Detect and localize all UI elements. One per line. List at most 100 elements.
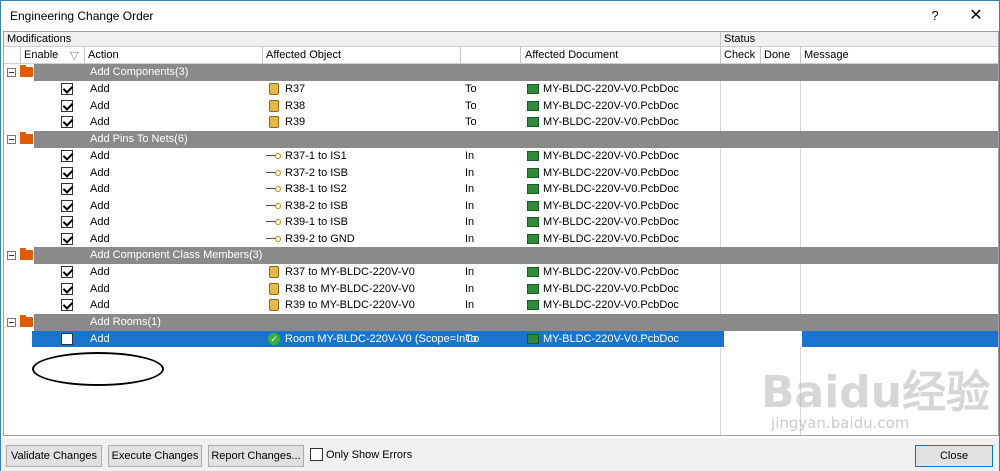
filter-icon[interactable]: ▽ [70,49,78,62]
enable-checkbox[interactable] [61,266,73,278]
modifications-header: Modifications [7,33,72,45]
affected-object-cell: R38-2 to ISB [285,199,348,212]
enable-checkbox[interactable] [61,150,73,162]
enable-checkbox[interactable] [61,333,73,345]
affected-object-cell: R37-2 to ISB [285,166,348,179]
col-enable[interactable]: Enable [24,49,58,61]
table-row[interactable]: Add ✓ Room MY-BLDC-220V-V0 (Scope=InCo To MY… [4,331,998,347]
action-cell: Add [90,199,110,212]
pcb-doc-icon [527,300,539,310]
table-row[interactable]: Add R39-2 to GND In MY-BLDC-220V-V0.PcbDoc [4,231,998,247]
report-changes-button[interactable]: Report Changes... [208,445,304,467]
col-check[interactable]: Check [724,49,755,61]
collapse-icon[interactable] [7,135,16,144]
component-icon [269,99,279,112]
direction-cell: In [465,199,475,212]
pcb-doc-icon [527,184,539,194]
pin-net-icon [266,169,281,176]
component-icon [269,299,279,311]
enable-checkbox[interactable] [61,199,73,212]
close-icon[interactable]: ✕ [961,4,991,28]
affected-object-cell: Room MY-BLDC-220V-V0 (Scope=InCo [285,333,480,345]
enable-checkbox[interactable] [61,282,73,295]
enable-checkbox[interactable] [61,183,73,195]
component-icon [269,282,279,295]
collapse-icon[interactable] [7,318,16,327]
group-label: Add Components(3) [90,66,189,78]
action-cell: Add [90,232,110,245]
table-row[interactable]: Add R38-1 to IS2 In MY-BLDC-220V-V0.PcbDoc [4,181,998,197]
action-cell: Add [90,150,110,162]
table-row[interactable]: Add R38 to MY-BLDC-220V-V0 In MY-BLDC-220V-… [4,281,998,297]
affected-document-cell: MY-BLDC-220V-V0.PcbDoc [543,116,679,128]
affected-document-cell: MY-BLDC-220V-V0.PcbDoc [543,299,679,311]
affected-document-cell: MY-BLDC-220V-V0.PcbDoc [543,183,679,195]
affected-object-cell: R38-1 to IS2 [285,183,347,195]
col-affected-object[interactable]: Affected Object [266,49,341,61]
enable-checkbox[interactable] [61,83,73,95]
affected-object-cell: R39 [285,116,306,128]
table-row[interactable]: Add R37 To MY-BLDC-220V-V0.PcbDoc [4,81,998,97]
table-row[interactable]: Add R37-1 to IS1 In MY-BLDC-220V-V0.PcbDoc [4,148,998,164]
table-row[interactable]: Add R38-2 to ISB In MY-BLDC-220V-V0.PcbDoc [4,198,998,214]
group-row[interactable]: Add Rooms(1) [4,314,998,331]
enable-checkbox[interactable] [61,216,73,228]
collapse-icon[interactable] [7,251,16,260]
direction-cell: In [465,166,475,179]
affected-document-cell: MY-BLDC-220V-V0.PcbDoc [543,216,679,228]
header-divider [720,32,721,47]
enable-checkbox[interactable] [61,99,73,112]
only-show-errors-checkbox[interactable] [310,448,323,461]
affected-document-cell: MY-BLDC-220V-V0.PcbDoc [543,166,679,179]
col-affected-document[interactable]: Affected Document [525,49,618,61]
direction-cell: In [465,232,475,245]
affected-object-cell: R37 to MY-BLDC-220V-V0 [285,266,415,278]
pcb-doc-icon [527,233,539,244]
table-row[interactable]: Add R37 to MY-BLDC-220V-V0 In MY-BLDC-220V-… [4,264,998,280]
group-row[interactable]: Add Component Class Members(3) [4,247,998,264]
execute-changes-button[interactable]: Execute Changes [108,445,202,467]
affected-object-cell: R39 to MY-BLDC-220V-V0 [285,299,415,311]
direction-cell: In [465,216,475,228]
pcb-doc-icon [527,334,539,344]
affected-document-cell: MY-BLDC-220V-V0.PcbDoc [543,99,679,112]
pin-net-icon [266,153,281,159]
table-row[interactable]: Add R38 To MY-BLDC-220V-V0.PcbDoc [4,98,998,114]
table-row[interactable]: Add R39-1 to ISB In MY-BLDC-220V-V0.PcbDoc [4,214,998,230]
enable-checkbox[interactable] [61,116,73,128]
close-button[interactable]: Close [915,445,993,467]
affected-object-cell: R37-1 to IS1 [285,150,347,162]
col-action[interactable]: Action [88,49,119,61]
watermark-logo: Baidu经验 [761,367,991,418]
enable-checkbox[interactable] [61,166,73,179]
affected-object-cell: R39-2 to GND [285,232,355,245]
pin-net-icon [266,186,281,192]
direction-cell: In [465,150,475,162]
table-row[interactable]: Add R37-2 to ISB In MY-BLDC-220V-V0.PcbDoc [4,165,998,181]
watermark-url: jingyan.baidu.com [771,414,910,432]
group-label: Add Pins To Nets(6) [90,133,188,145]
validate-changes-button[interactable]: Validate Changes [6,445,102,467]
component-icon [269,83,279,95]
col-done[interactable]: Done [764,49,790,61]
enable-checkbox[interactable] [61,232,73,245]
group-row[interactable]: Add Pins To Nets(6) [4,131,998,148]
group-row[interactable]: Add Components(3) [4,64,998,81]
table-row[interactable]: Add R39 To MY-BLDC-220V-V0.PcbDoc [4,114,998,130]
action-cell: Add [90,266,110,278]
folder-icon [20,65,33,77]
header-band: Modifications Status [4,32,998,47]
dialog-title: Engineering Change Order [10,9,154,23]
folder-icon [20,132,33,144]
enable-checkbox[interactable] [61,299,73,311]
pcb-doc-icon [527,100,539,111]
title-bar: Engineering Change Order ? ✕ [1,1,999,31]
action-cell: Add [90,183,110,195]
collapse-icon[interactable] [7,68,16,77]
group-label: Add Component Class Members(3) [90,249,263,261]
table-row[interactable]: Add R39 to MY-BLDC-220V-V0 In MY-BLDC-220V-… [4,297,998,313]
folder-icon [20,315,33,327]
component-icon [269,116,279,128]
col-message[interactable]: Message [804,49,849,61]
help-button[interactable]: ? [925,6,945,26]
